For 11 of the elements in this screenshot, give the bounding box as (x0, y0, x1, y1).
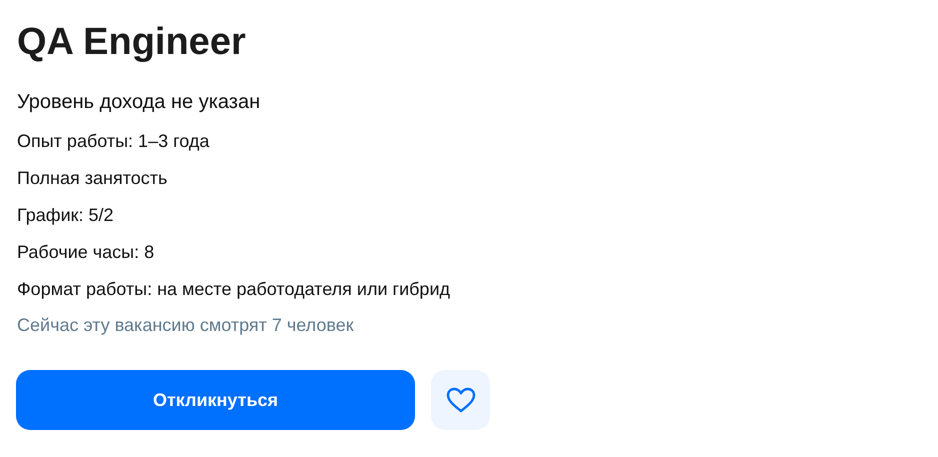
detail-text: Рабочие часы: 8 (17, 241, 154, 263)
detail-text: График: 5/2 (17, 204, 114, 226)
favorite-button[interactable] (431, 370, 490, 430)
apply-button[interactable]: Откликнуться (16, 370, 415, 430)
detail-text: Полная занятость (17, 167, 168, 189)
vacancy-title: QA Engineer (17, 20, 246, 65)
viewers-text: Сейчас эту вакансию смотрят 7 человек (17, 314, 354, 336)
detail-text: Опыт работы: 1–3 года (17, 130, 210, 152)
salary-text: Уровень дохода не указан (17, 90, 260, 115)
heart-icon (446, 387, 476, 413)
detail-text: Формат работы: на месте работодателя или гибрид (17, 278, 450, 300)
